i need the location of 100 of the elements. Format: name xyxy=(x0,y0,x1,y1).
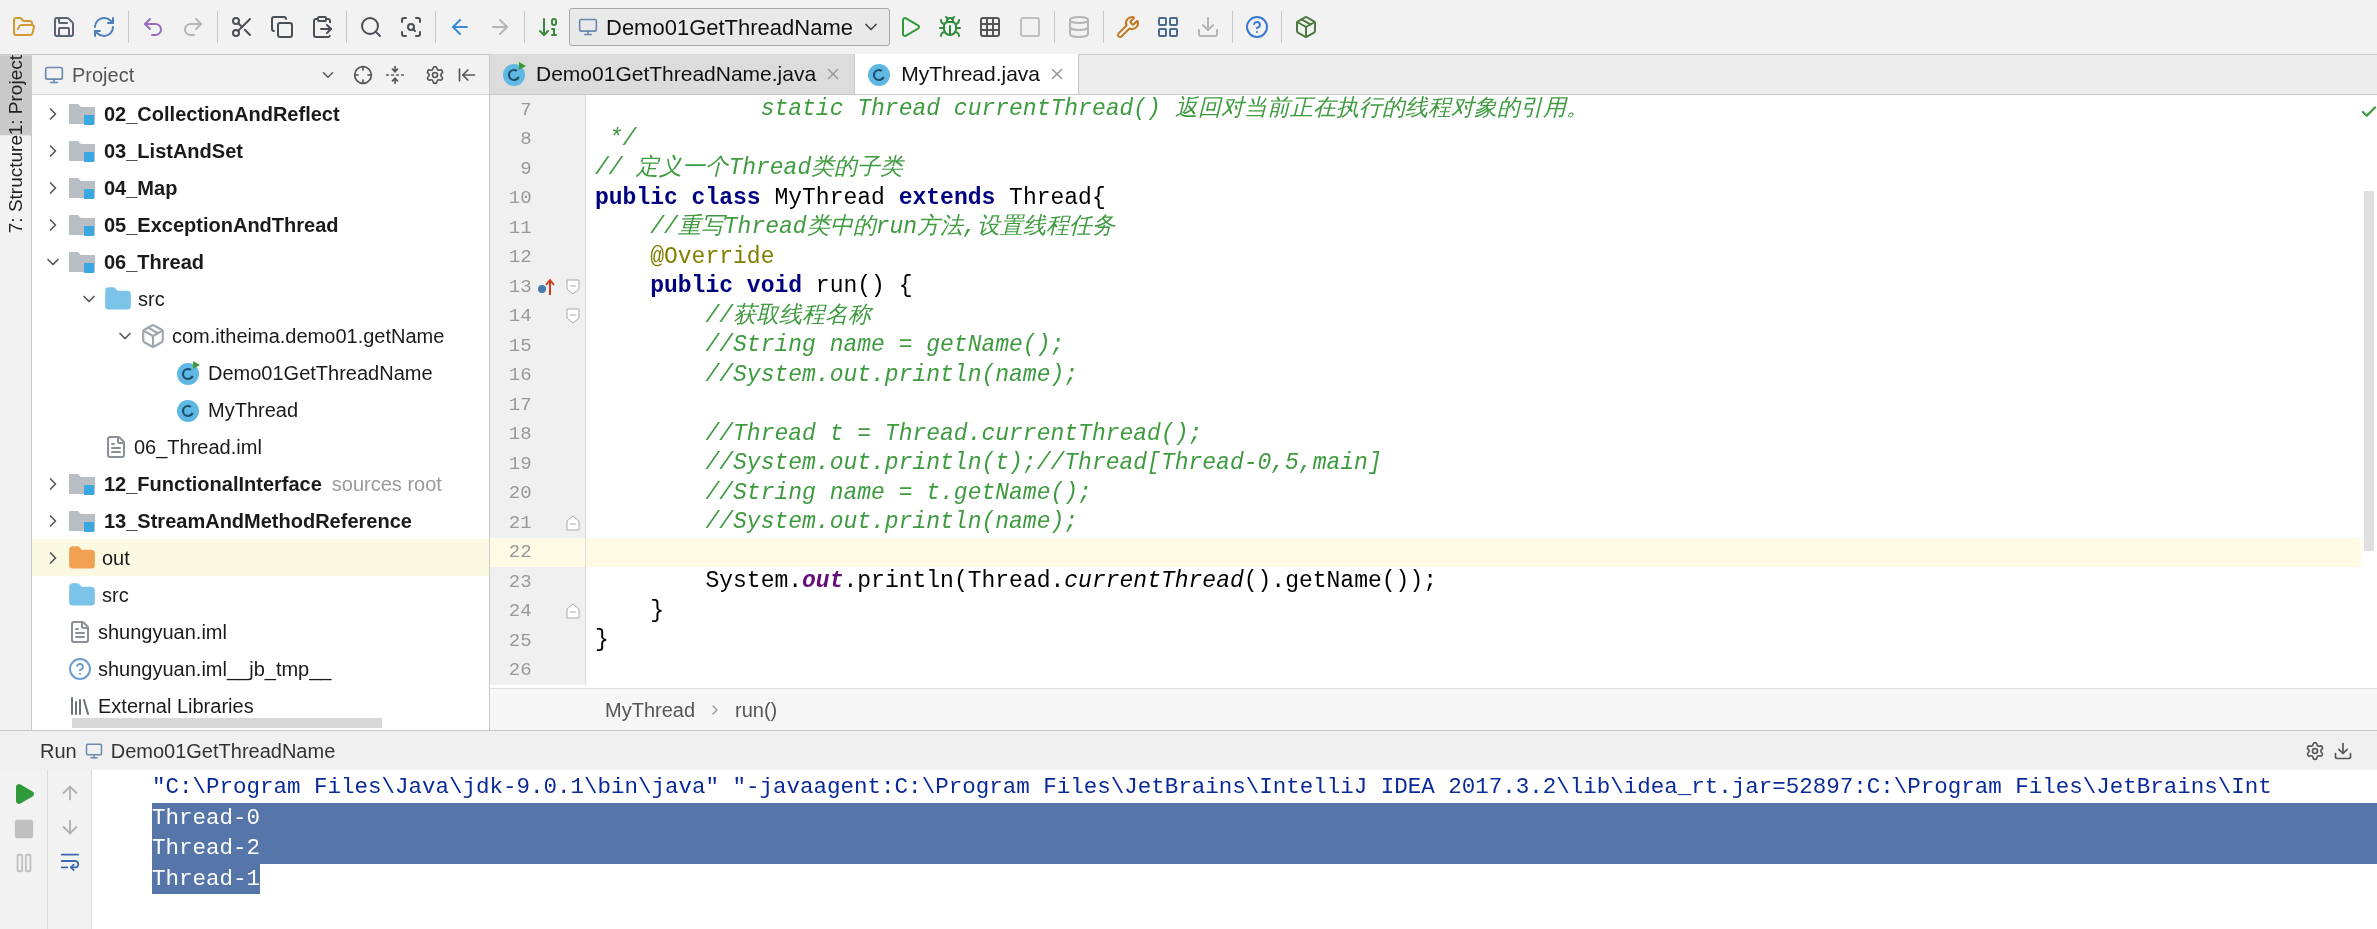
run-config-icon xyxy=(84,741,103,760)
collapse-all-icon[interactable] xyxy=(385,64,405,85)
tree-item-label: Demo01GetThreadName xyxy=(208,360,433,386)
tree-item-label: out xyxy=(102,545,130,571)
window-icon xyxy=(578,17,598,37)
line-number: 18 xyxy=(507,422,532,447)
code-line: //System.out.println(name); xyxy=(704,508,1079,537)
folder-icon xyxy=(68,543,96,572)
fold-marker-icon[interactable] xyxy=(566,603,581,620)
tree-item[interactable]: src xyxy=(32,280,489,317)
line-number: 21 xyxy=(507,510,532,536)
console-line: "C:\Program Files\Java\jdk-9.0.1\bin\java" "-javaagent:C:\Program Files\JetBrains\IntelliJ IDEA 2017.3.2\lib\idea_rt.jar=52897:C:\Program Files\JetBrains\Int xyxy=(152,773,2272,802)
panel-title: Run xyxy=(40,738,77,764)
tree-item[interactable]: 04_Map xyxy=(32,169,489,206)
run-configuration-dropdown[interactable]: Demo01GetThreadName xyxy=(569,8,890,46)
runnable-class-icon xyxy=(176,359,202,386)
tree-item-label: 02_CollectionAndReflect xyxy=(104,101,340,127)
tree-item-hint: sources root xyxy=(331,471,442,497)
line-number: 10 xyxy=(507,186,532,211)
line-number: 17 xyxy=(507,392,532,418)
horizontal-scrollbar[interactable] xyxy=(72,718,382,728)
fold-marker-icon[interactable] xyxy=(566,278,581,295)
line-number: 19 xyxy=(507,451,532,477)
line-number: 16 xyxy=(507,363,532,388)
editor-tab[interactable]: MyThread.java xyxy=(855,54,1080,94)
unknown-file-icon xyxy=(68,656,92,681)
folder-icon xyxy=(68,580,96,609)
override-marker-icon[interactable] xyxy=(536,276,557,297)
run-config-name: Demo01GetThreadName xyxy=(110,738,336,764)
tree-item-label: External Libraries xyxy=(98,693,254,716)
fold-marker-icon[interactable] xyxy=(566,514,581,531)
panel-title: Project xyxy=(72,62,135,88)
side-tab[interactable]: 1: Project xyxy=(0,55,32,136)
code-line: */ xyxy=(607,124,637,154)
tree-item-label: 13_StreamAndMethodReference xyxy=(104,508,412,534)
tree-item-label: src xyxy=(138,286,165,312)
tree-item-label: 06_Thread xyxy=(104,249,205,275)
code-line: public class MyThread extends Thread{ xyxy=(594,183,1106,213)
tree-item[interactable]: 12_FunctionalInterface sources root xyxy=(32,465,489,502)
side-tab[interactable]: 7: Structure xyxy=(0,135,32,234)
tree-item[interactable]: shungyuan.iml__jb_tmp__ xyxy=(32,650,489,687)
breadcrumb[interactable]: MyThread xyxy=(605,694,696,725)
tree-item-label: shungyuan.iml__jb_tmp__ xyxy=(98,656,332,683)
code-line: public void run() { xyxy=(649,272,913,301)
package-icon xyxy=(140,322,166,349)
settings-icon[interactable] xyxy=(2305,740,2325,761)
code-line: // 定义一个Thread类的子类 xyxy=(594,154,904,183)
tree-item[interactable]: src xyxy=(32,576,489,613)
line-number: 12 xyxy=(507,245,532,270)
line-number: 15 xyxy=(507,333,532,359)
line-number: 13 xyxy=(507,274,532,300)
code-line: } xyxy=(594,626,609,655)
line-number: 8 xyxy=(519,127,532,152)
code-line: //System.out.println(name); xyxy=(704,360,1079,390)
line-number: 20 xyxy=(507,481,532,506)
tree-item-label: 12_FunctionalInterface xyxy=(104,471,322,497)
tree-item[interactable]: out xyxy=(32,539,489,576)
vertical-scrollbar[interactable] xyxy=(2364,191,2374,551)
tree-item[interactable]: Demo01GetThreadName xyxy=(32,354,489,391)
code-line: static Thread currentThread() 返回对当前正在执行的线程对象的引用。 xyxy=(759,95,1589,124)
tree-item[interactable]: External Libraries xyxy=(32,687,489,716)
tree-item[interactable]: 05_ExceptionAndThread xyxy=(32,206,489,243)
tree-item[interactable]: 06_Thread.iml xyxy=(32,428,489,465)
tree-item-label: com.itheima.demo01.getName xyxy=(172,323,445,349)
folder-icon xyxy=(104,284,132,313)
tree-item-label: src xyxy=(102,582,129,608)
tree-item[interactable]: shungyuan.iml xyxy=(32,613,489,650)
tree-item-label: 05_ExceptionAndThread xyxy=(104,212,339,238)
tree-item[interactable]: 13_StreamAndMethodReference xyxy=(32,502,489,539)
line-number: 22 xyxy=(507,540,532,565)
line-number: 24 xyxy=(507,599,532,624)
code-line: } xyxy=(649,596,664,626)
line-number: 23 xyxy=(507,569,532,595)
line-number: 25 xyxy=(507,628,532,654)
line-number: 11 xyxy=(507,215,532,241)
tree-item-label: 04_Map xyxy=(104,175,178,201)
line-number: 9 xyxy=(519,156,532,182)
code-line: //获取线程名称 xyxy=(704,301,872,331)
editor-tab[interactable]: Demo01GetThreadName.java xyxy=(490,54,856,94)
tree-item-label: 06_Thread.iml xyxy=(134,434,262,461)
line-number: 14 xyxy=(507,304,532,329)
file-icon xyxy=(68,619,92,644)
code-line: //Thread t = Thread.currentThread(); xyxy=(704,419,1203,449)
fold-marker-icon[interactable] xyxy=(566,308,581,325)
tree-item[interactable]: 02_CollectionAndReflect xyxy=(32,95,489,132)
tree-item[interactable]: 06_Thread xyxy=(32,243,489,280)
tree-item[interactable]: MyThread xyxy=(32,391,489,428)
settings-icon[interactable] xyxy=(425,64,445,85)
code-line: //String name = t.getName(); xyxy=(704,478,1092,508)
code-line: System.out.println(Thread.currentThread().getName()); xyxy=(704,567,1437,596)
project-view-icon xyxy=(44,64,64,85)
tree-item[interactable]: 03_ListAndSet xyxy=(32,132,489,169)
breadcrumb[interactable]: run() xyxy=(735,694,778,725)
file-icon xyxy=(104,434,128,459)
tree-item[interactable]: com.itheima.demo01.getName xyxy=(32,317,489,354)
code-line: //String name = getName(); xyxy=(704,331,1065,360)
locate-icon[interactable] xyxy=(353,64,373,85)
tree-item-label: shungyuan.iml xyxy=(98,619,227,645)
code-line: @Override xyxy=(649,242,775,272)
line-number: 26 xyxy=(507,658,532,683)
